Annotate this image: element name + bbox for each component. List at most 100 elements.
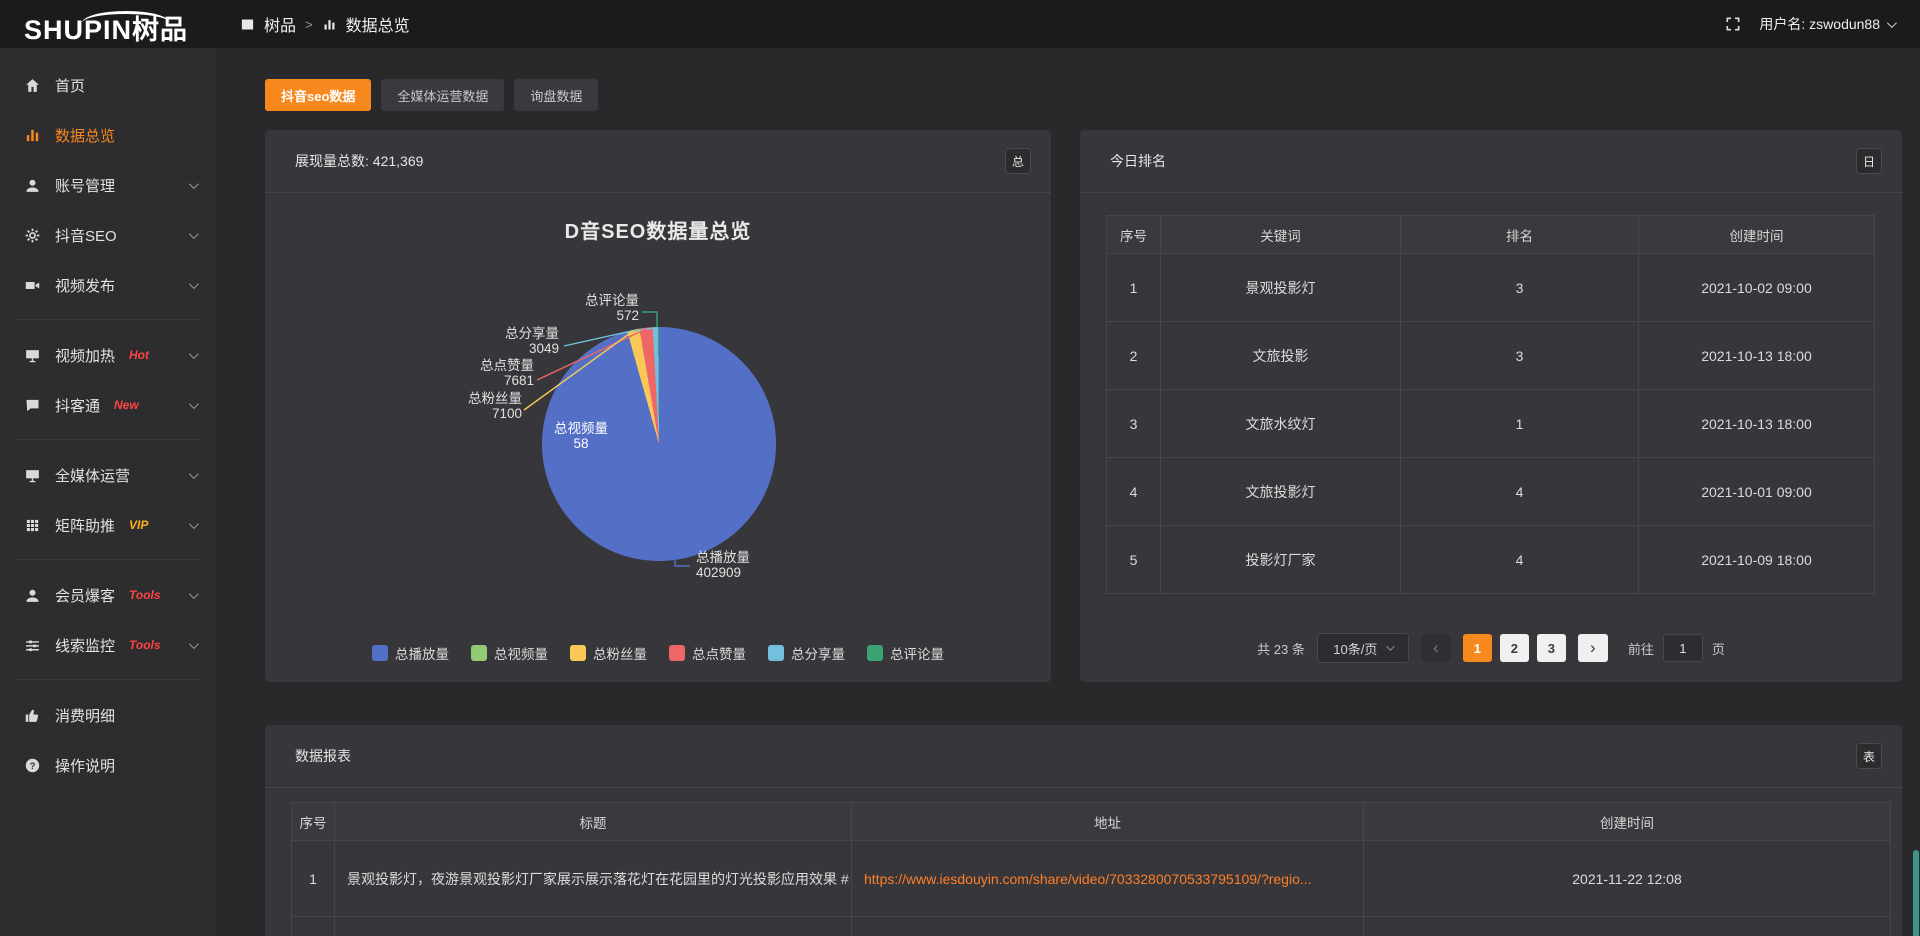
chevron-down-icon [189, 179, 199, 189]
page-size-select[interactable]: 10条/页 [1317, 633, 1409, 663]
col-title: 标题 [335, 803, 852, 841]
bar-chart-icon [322, 17, 337, 32]
legend-swatch [768, 645, 784, 661]
col-created: 创建时间 [1364, 803, 1891, 841]
tab-douyin-seo-data[interactable]: 抖音seo数据 [265, 79, 371, 111]
top-header: SHUPIN树品 树品 > 数据总览 用户名: zswodun88 [0, 0, 1920, 48]
sidebar-item-data-overview[interactable]: 数据总览 [0, 110, 216, 160]
user-menu[interactable]: 用户名: zswodun88 [1759, 14, 1894, 34]
fullscreen-icon[interactable] [1725, 16, 1741, 32]
legend-item-总视频量[interactable]: 总视频量 [471, 643, 548, 663]
tab-inquiry-data[interactable]: 询盘数据 [514, 79, 598, 111]
sidebar-item-video-publish[interactable]: 视频发布 [0, 260, 216, 310]
seo-chart-panel: 展现量总数: 421,369 总 D音SEO数据量总览 总评论量572 总分享量… [265, 130, 1051, 682]
legend-item-总播放量[interactable]: 总播放量 [372, 643, 449, 663]
prev-page-button[interactable]: ‹ [1421, 634, 1451, 662]
sidebar-badge: Tools [129, 638, 161, 652]
sidebar-item-label: 全媒体运营 [55, 465, 130, 486]
col-url: 地址 [852, 803, 1364, 841]
breadcrumb-item-shupin[interactable]: 树品 [264, 12, 296, 36]
total-corner-button[interactable]: 总 [1005, 148, 1031, 174]
legend-item-总评论量[interactable]: 总评论量 [867, 643, 944, 663]
chevron-down-icon [189, 589, 199, 599]
legend-label: 总粉丝量 [593, 643, 647, 663]
table-corner-button[interactable]: 表 [1856, 743, 1882, 769]
sidebar-item-clue-monitor[interactable]: 线索监控Tools [0, 620, 216, 670]
legend-swatch [867, 645, 883, 661]
ranking-cell: 2021-10-13 18:00 [1639, 390, 1875, 458]
chevron-down-icon [1887, 18, 1897, 28]
cell-created: 2021-11-22 12:08 [1364, 841, 1891, 917]
breadcrumb-item-data-overview[interactable]: 数据总览 [346, 12, 410, 36]
user-icon [24, 177, 41, 194]
sidebar-badge: Hot [129, 348, 149, 362]
sidebar-item-member-baoke[interactable]: 会员爆客Tools [0, 570, 216, 620]
sidebar-item-doukertong[interactable]: 抖客通New [0, 380, 216, 430]
report-table: 序号 标题 地址 创建时间 1 景观投影灯，夜游景观投影灯厂家展示展示落花灯在花… [291, 802, 1891, 936]
sidebar-item-consumption-detail[interactable]: 消费明细 [0, 690, 216, 740]
breadcrumb-separator: > [305, 17, 313, 32]
pagination-total: 共 23 条 [1257, 639, 1305, 658]
ranking-cell: 4 [1401, 526, 1639, 594]
legend-item-总粉丝量[interactable]: 总粉丝量 [570, 643, 647, 663]
sidebar-item-matrix-boost[interactable]: 矩阵助推VIP [0, 500, 216, 550]
sidebar-item-all-media-operation[interactable]: 全媒体运营 [0, 450, 216, 500]
pie-chart-title: D音SEO数据量总览 [265, 215, 1051, 244]
data-report-panel: 数据报表 表 序号 标题 地址 创建时间 1 景观投影灯，夜游景观投影灯厂家展示… [265, 725, 1902, 936]
scrollbar[interactable] [1913, 850, 1919, 936]
divider [265, 787, 1902, 788]
monitor-icon [24, 467, 41, 484]
video-camera-icon [24, 277, 41, 294]
home-icon [24, 77, 41, 94]
page-button-3[interactable]: 3 [1537, 634, 1566, 662]
page-button-2[interactable]: 2 [1500, 634, 1529, 662]
ranking-row: 1景观投影灯32021-10-02 09:00 [1107, 254, 1875, 322]
day-corner-button[interactable]: 日 [1856, 148, 1882, 174]
legend-label: 总播放量 [395, 643, 449, 663]
sidebar-item-douyin-seo[interactable]: 抖音SEO [0, 210, 216, 260]
sidebar-divider [14, 559, 202, 560]
col-created: 创建时间 [1639, 216, 1875, 254]
pie-label-fans: 总粉丝量7100 [427, 391, 522, 421]
pie-legend: 总播放量 总视频量 总粉丝量 总点赞量 总分享量 总评论量 [265, 643, 1051, 663]
sidebar-item-account-management[interactable]: 账号管理 [0, 160, 216, 210]
breadcrumb: 树品 > 数据总览 [240, 0, 410, 48]
window-icon [240, 17, 255, 32]
legend-item-总点赞量[interactable]: 总点赞量 [669, 643, 746, 663]
pie-label-playback: 总播放量402909 [696, 550, 806, 580]
page-button-1[interactable]: 1 [1463, 634, 1492, 662]
svg-text:?: ? [30, 760, 36, 770]
col-index: 序号 [1107, 216, 1161, 254]
username-label: 用户名: zswodun88 [1759, 14, 1880, 34]
tab-all-media-data[interactable]: 全媒体运营数据 [381, 79, 504, 111]
ranking-cell: 文旅投影 [1161, 322, 1401, 390]
sidebar-badge: New [114, 398, 139, 412]
chevron-down-icon [189, 399, 199, 409]
data-tabs: 抖音seo数据全媒体运营数据询盘数据 [265, 79, 598, 111]
legend-swatch [570, 645, 586, 661]
pagination: 共 23 条 10条/页 ‹ 123 › 前往 页 [1080, 633, 1902, 663]
legend-item-总分享量[interactable]: 总分享量 [768, 643, 845, 663]
ranking-cell: 景观投影灯 [1161, 254, 1401, 322]
monitor-icon [24, 347, 41, 364]
sidebar-item-label: 首页 [55, 75, 85, 96]
sidebar-item-label: 矩阵助推 [55, 515, 115, 536]
report-panel-title: 数据报表 [295, 725, 351, 787]
ranking-cell: 投影灯厂家 [1161, 526, 1401, 594]
ranking-cell: 3 [1401, 254, 1639, 322]
goto-page-input[interactable] [1663, 634, 1703, 662]
chevron-down-icon [189, 349, 199, 359]
legend-label: 总点赞量 [692, 643, 746, 663]
next-page-button[interactable]: › [1578, 634, 1608, 662]
pie-label-likes: 总点赞量7681 [439, 358, 534, 388]
sidebar-item-operation-guide[interactable]: ?操作说明 [0, 740, 216, 790]
report-row-partial [292, 917, 1891, 936]
app-logo: SHUPIN树品 [24, 8, 188, 47]
sidebar-item-video-heating[interactable]: 视频加热Hot [0, 330, 216, 380]
chevron-down-icon [189, 279, 199, 289]
sidebar-item-home[interactable]: 首页 [0, 60, 216, 110]
logo-arc [82, 11, 170, 23]
video-link[interactable]: https://www.iesdouyin.com/share/video/70… [864, 871, 1312, 887]
ranking-cell: 5 [1107, 526, 1161, 594]
ranking-cell: 2 [1107, 322, 1161, 390]
